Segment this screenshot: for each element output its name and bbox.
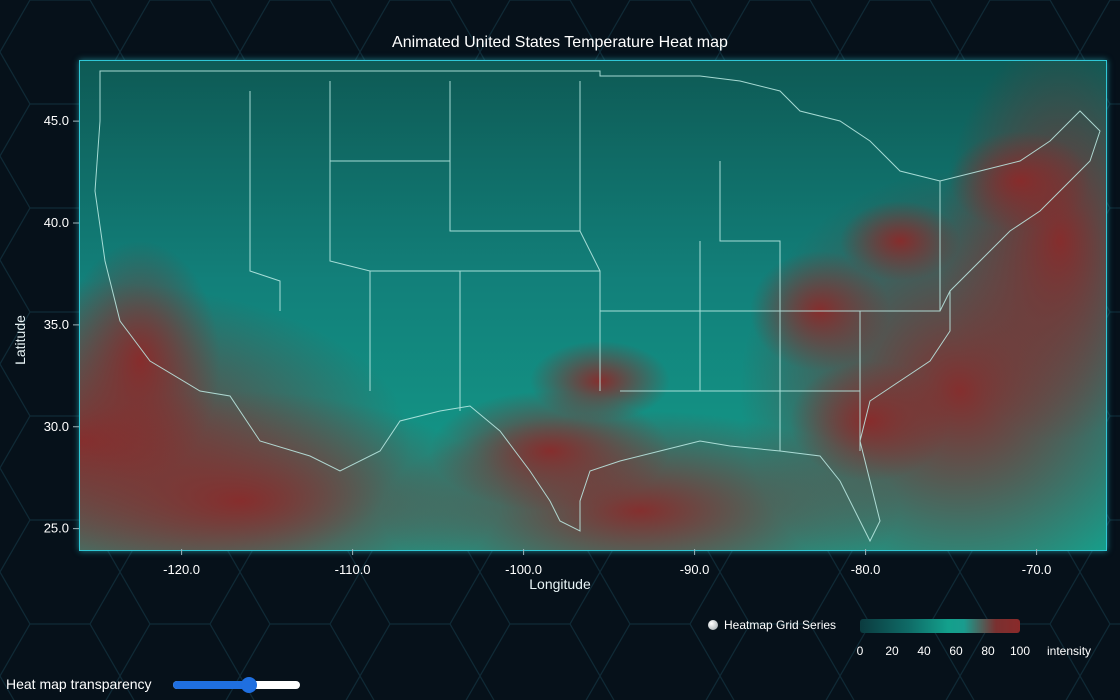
series-marker-icon[interactable] [708,620,718,630]
y-tick-label: 45.0 [44,113,69,128]
transparency-slider-label: Heat map transparency [6,676,152,692]
color-scale-unit: intensity [1047,644,1092,658]
transparency-slider[interactable] [173,677,300,693]
x-tick-label: -90.0 [680,562,710,577]
color-scale-tick: 20 [885,644,899,658]
y-tick-label: 25.0 [44,521,69,536]
y-tick-label: 40.0 [44,215,69,230]
color-scale-ticks: 0 20 40 60 80 100 [856,644,1030,660]
color-scale-tick: 100 [1009,644,1031,658]
slider-thumb[interactable] [241,677,258,693]
slider-fill [173,681,250,689]
x-tick-label: -120.0 [163,562,200,577]
y-tick-label: 30.0 [44,419,69,434]
color-scale-tick: 0 [856,644,864,658]
x-tick-label: -70.0 [1022,562,1052,577]
y-tick-label: 35.0 [44,317,69,332]
color-scale-tick: 80 [981,644,995,658]
color-scale-tick: 40 [917,644,931,658]
x-tick-label: -110.0 [335,562,371,577]
legend-series-name[interactable]: Heatmap Grid Series [724,618,836,632]
color-scale-tick: 60 [949,644,963,658]
axes: -120.0 -110.0 -100.0 -90.0 -80.0 -70.0 25.0 30.… [44,113,1052,577]
color-scale-bar [860,619,1020,633]
y-axis-title: Latitude [12,315,28,365]
x-tick-label: -100.0 [505,562,542,577]
x-axis-title: Longitude [529,576,591,592]
x-tick-label: -80.0 [851,562,881,577]
legend: Heatmap Grid Series 0 20 40 60 80 100 in… [706,616,1106,666]
